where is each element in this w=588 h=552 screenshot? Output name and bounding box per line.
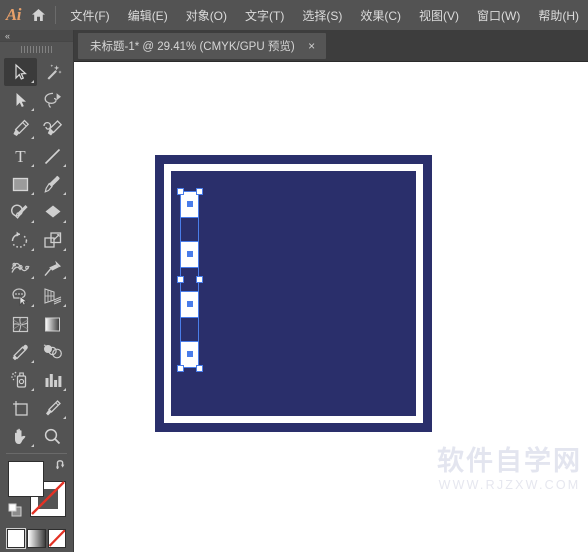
bbox-handle-middle-right[interactable] — [195, 276, 203, 283]
artwork-group[interactable] — [155, 155, 432, 432]
tool-flyout-indicator — [30, 304, 34, 307]
tool-flyout-indicator — [30, 220, 34, 223]
draw-mode-buttons — [0, 548, 73, 552]
tool-flyout-indicator — [30, 192, 34, 195]
shape-builder-tool[interactable] — [4, 282, 37, 310]
watermark: 软件自学网 WWW.RJZXW.COM — [437, 448, 582, 492]
hand-tool[interactable] — [4, 422, 37, 450]
illustrator-window: Ai 文件(F) 编辑(E) 对象(O) 文字(T) 选择(S) 效果(C) 视… — [0, 0, 588, 552]
document-tab-bar: 未标题-1* @ 29.41% (CMYK/GPU 预览) × — [74, 30, 588, 62]
shaper-tool[interactable] — [4, 198, 37, 226]
rotate-tool[interactable] — [4, 226, 37, 254]
bbox-handle-bottom-right[interactable] — [195, 364, 203, 372]
selection-tool[interactable] — [4, 58, 37, 86]
symbol-sprayer-tool[interactable] — [4, 366, 37, 394]
width-tool[interactable] — [4, 254, 37, 282]
tool-flyout-indicator — [63, 220, 66, 223]
direct-selection-tool[interactable] — [4, 86, 37, 114]
tool-flyout-indicator — [63, 276, 66, 279]
none-mode-button[interactable] — [47, 529, 66, 548]
menu-edit[interactable]: 编辑(E) — [119, 3, 177, 28]
menu-object[interactable]: 对象(O) — [177, 3, 236, 28]
mesh-tool[interactable] — [4, 310, 37, 338]
curvature-tool[interactable] — [37, 114, 70, 142]
white-frame-shape[interactable] — [164, 164, 423, 423]
tool-flyout-indicator — [63, 304, 66, 307]
bbox-handle-bottom-left[interactable] — [176, 364, 184, 372]
home-icon[interactable] — [27, 0, 51, 30]
default-fill-stroke-icon[interactable] — [8, 503, 22, 517]
document-tab-label: 未标题-1* @ 29.41% (CMYK/GPU 预览) — [90, 41, 295, 53]
tools-divider — [6, 453, 67, 454]
fill-mode-buttons — [0, 525, 73, 549]
tool-flyout-indicator — [30, 136, 34, 139]
color-mode-button[interactable] — [5, 528, 27, 549]
watermark-cn-text: 软件自学网 — [437, 446, 582, 477]
paintbrush-tool[interactable] — [37, 170, 70, 198]
eyedropper-tool[interactable] — [4, 338, 37, 366]
menu-help[interactable]: 帮助(H) — [529, 3, 588, 28]
tool-flyout-indicator — [30, 80, 34, 83]
watermark-en-text: WWW.RJZXW.COM — [438, 478, 581, 492]
menu-select[interactable]: 选择(S) — [293, 3, 351, 28]
blend-tool[interactable] — [37, 338, 70, 366]
menu-divider — [54, 6, 56, 24]
gradient-mode-button[interactable] — [27, 529, 46, 548]
line-segment-tool[interactable] — [37, 142, 70, 170]
menu-window[interactable]: 窗口(W) — [468, 3, 529, 28]
tool-flyout-indicator — [63, 164, 66, 167]
svg-text:T: T — [15, 147, 26, 165]
scale-tool[interactable] — [37, 226, 70, 254]
tools-panel-header: « — [0, 30, 73, 42]
close-icon[interactable]: × — [306, 40, 318, 52]
bbox-handle-top-left[interactable] — [176, 187, 184, 195]
tool-flyout-indicator — [63, 416, 66, 419]
tool-flyout-indicator — [30, 276, 34, 279]
fill-stroke-controls — [8, 459, 73, 525]
document-tab[interactable]: 未标题-1* @ 29.41% (CMYK/GPU 预览) × — [78, 33, 326, 59]
menu-file[interactable]: 文件(F) — [61, 3, 118, 28]
perspective-grid-tool[interactable] — [37, 282, 70, 310]
lasso-tool[interactable] — [37, 86, 70, 114]
tool-flyout-indicator — [30, 164, 34, 167]
menu-view[interactable]: 视图(V) — [410, 3, 468, 28]
tool-flyout-indicator — [63, 388, 66, 391]
magic-wand-tool[interactable] — [37, 58, 70, 86]
artboard-tool[interactable] — [4, 394, 37, 422]
menu-effect[interactable]: 效果(C) — [351, 3, 410, 28]
bbox-handle-top-right[interactable] — [195, 187, 203, 195]
tool-flyout-indicator — [30, 248, 34, 251]
tools-panel: « T — [0, 30, 74, 552]
gradient-tool[interactable] — [37, 310, 70, 338]
tool-flyout-indicator — [30, 360, 34, 363]
tool-flyout-indicator — [63, 192, 66, 195]
menu-item-list: 文件(F) 编辑(E) 对象(O) 文字(T) 选择(S) 效果(C) 视图(V… — [61, 3, 588, 28]
menu-type[interactable]: 文字(T) — [236, 3, 293, 28]
canvas-area[interactable]: 软件自学网 WWW.RJZXW.COM — [74, 62, 588, 552]
column-graph-tool[interactable] — [37, 366, 70, 394]
rectangle-tool[interactable] — [4, 170, 37, 198]
pen-tool[interactable] — [4, 114, 37, 142]
tool-flyout-indicator — [63, 248, 66, 251]
swap-fill-stroke-icon[interactable] — [54, 458, 67, 471]
slice-tool[interactable] — [37, 394, 70, 422]
fill-swatch[interactable] — [8, 461, 44, 497]
tool-flyout-indicator — [30, 108, 34, 111]
tool-flyout-indicator — [30, 388, 34, 391]
app-logo: Ai — [5, 5, 22, 24]
menu-bar: Ai 文件(F) 编辑(E) 对象(O) 文字(T) 选择(S) 效果(C) 视… — [0, 0, 588, 30]
free-transform-tool[interactable] — [37, 254, 70, 282]
bbox-handle-middle-left[interactable] — [176, 276, 184, 283]
tool-grid: T — [0, 56, 73, 450]
eraser-tool[interactable] — [37, 198, 70, 226]
zoom-tool[interactable] — [37, 422, 70, 450]
tool-flyout-indicator — [30, 444, 34, 447]
tools-panel-drag-handle[interactable] — [0, 42, 73, 56]
type-tool[interactable]: T — [4, 142, 37, 170]
collapse-panel-icon[interactable]: « — [5, 30, 10, 42]
